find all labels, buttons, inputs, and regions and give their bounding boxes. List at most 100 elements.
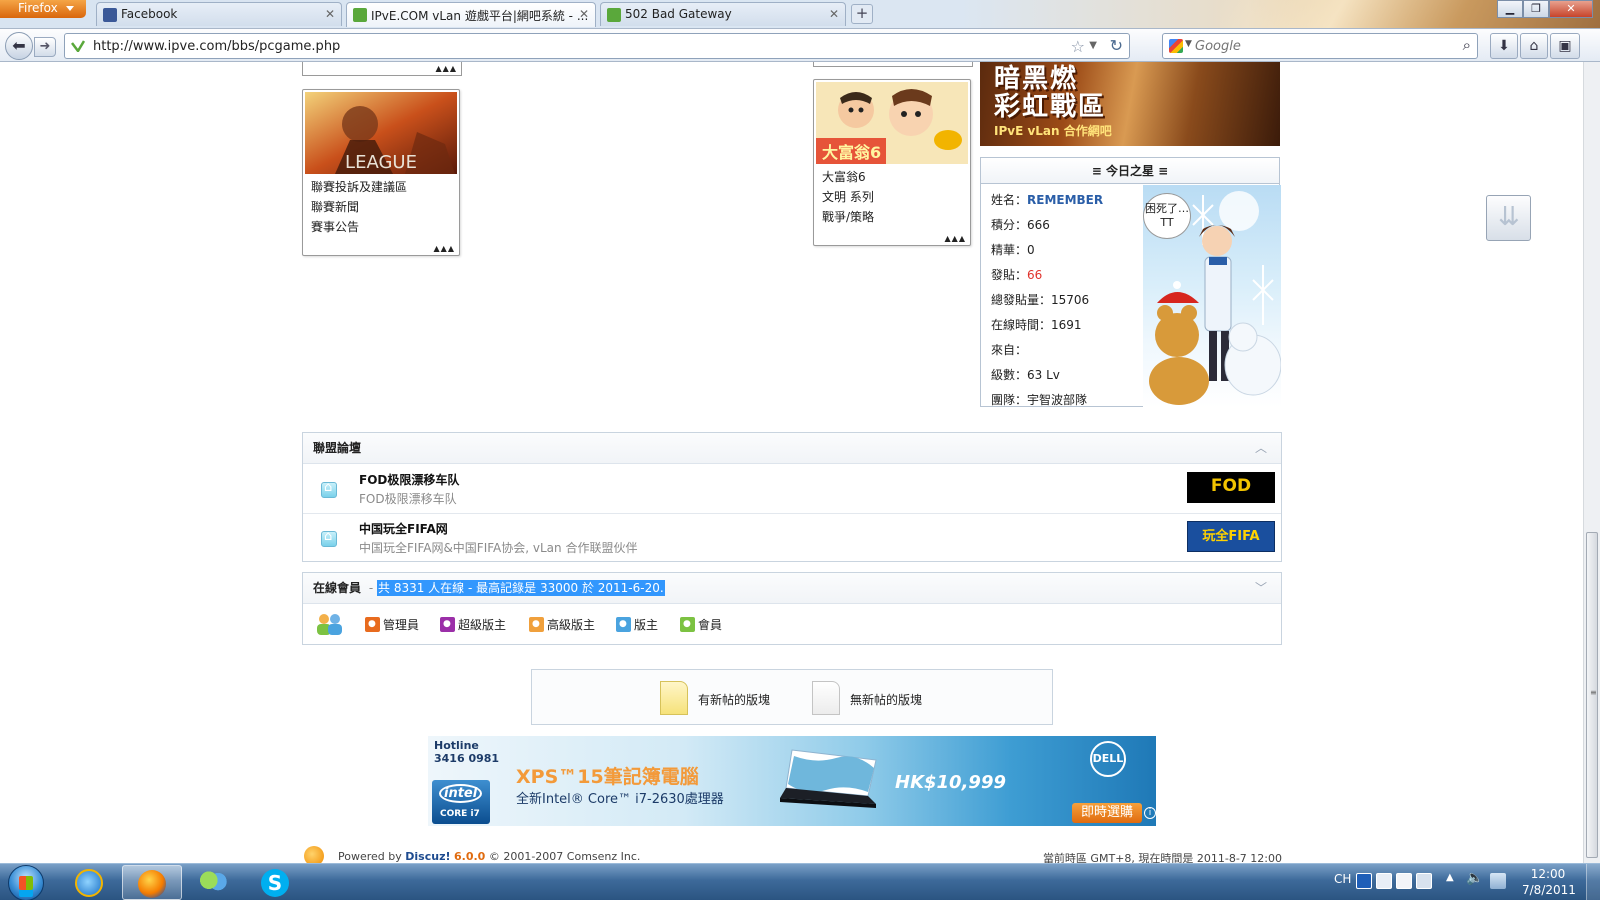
star-row-from: 來自：: [991, 343, 1028, 357]
chevron-down-icon[interactable]: ﹀: [1255, 573, 1267, 604]
chevron-down-icon: [66, 6, 74, 11]
star-row-total-posts: 總發貼量：15706: [991, 293, 1090, 307]
search-bar[interactable]: ▼ ⌕: [1162, 33, 1478, 59]
start-button[interactable]: [8, 865, 44, 900]
discuz-link[interactable]: Discuz!: [405, 850, 450, 863]
avatar[interactable]: 困死了…TT: [1143, 185, 1281, 407]
scrollbar-grip-icon: ≡: [1590, 688, 1597, 697]
taskbar-firefox[interactable]: [122, 865, 182, 900]
chevron-up-icon[interactable]: ︿: [1255, 433, 1267, 464]
ime-language-indicator[interactable]: CH: [1334, 872, 1351, 886]
buy-now-button[interactable]: 即時選購: [1072, 803, 1142, 823]
page-scrollbar[interactable]: ≡: [1583, 62, 1600, 863]
google-icon[interactable]: [1169, 39, 1183, 53]
taskbar-internet-explorer[interactable]: [60, 865, 120, 900]
legend-admin: 管理員: [365, 615, 419, 634]
messenger-icon: [199, 869, 227, 897]
restore-button[interactable]: ❐: [1523, 0, 1549, 18]
url-text[interactable]: http://www.ipve.com/bbs/pcgame.php: [93, 39, 340, 54]
show-desktop-button[interactable]: [1586, 864, 1600, 900]
forum-logo[interactable]: 玩全FIFA: [1187, 521, 1275, 552]
search-input[interactable]: [1195, 37, 1435, 55]
intel-cpu-label: CORE i7: [440, 809, 480, 819]
downloads-button[interactable]: ⬇: [1490, 33, 1518, 59]
taskbar-clock[interactable]: 12:00 7/8/2011: [1522, 866, 1576, 898]
league-link[interactable]: 聯賽新聞: [311, 197, 451, 217]
taskbar-skype[interactable]: S: [246, 865, 306, 900]
forward-button[interactable]: ➜: [34, 37, 56, 57]
banner-line-2: 彩虹戰區: [994, 92, 1107, 122]
show-hidden-icons-icon[interactable]: ▲: [1446, 872, 1454, 883]
alliance-forums-header[interactable]: 聯盟論壇 ︿: [303, 433, 1281, 464]
league-link[interactable]: 賽事公告: [311, 217, 451, 237]
ime-mode-icon[interactable]: [1356, 873, 1372, 889]
more-link[interactable]: ▲▲▲: [945, 234, 966, 243]
league-links: 聯賽投訴及建議區 聯賽新聞 賽事公告: [305, 174, 457, 253]
discuz-version: 6.0.0: [454, 850, 486, 863]
url-bar[interactable]: http://www.ipve.com/bbs/pcgame.php ☆ ▼ ↻: [64, 33, 1130, 59]
more-link[interactable]: ▲▲▲: [434, 244, 455, 253]
star-row-level: 級數：63 Lv: [991, 368, 1060, 382]
richman-thumbnail[interactable]: 大富翁6: [816, 82, 968, 164]
new-posts-folder-icon: [660, 681, 688, 715]
ime-font-icon[interactable]: [1376, 873, 1392, 889]
forum-name-link[interactable]: 中国玩全FIFA网: [359, 520, 448, 537]
game-card-richman: 大富翁6 大富翁6 文明 系列 戰爭/策略 ▲▲▲: [813, 79, 971, 246]
tab-ipve[interactable]: IPvE.COM vLan 遊戲平台|網吧系統 - ... ✕: [346, 2, 596, 27]
forum-name-link[interactable]: FOD极限漂移车队: [359, 471, 459, 488]
search-engine-dropdown-icon[interactable]: ▼: [1185, 39, 1192, 49]
star-username-link[interactable]: REMEMBER: [1027, 193, 1103, 207]
dell-xps-advertisement[interactable]: Hotline 3416 0981 intel CORE i7 XPS™15筆記簿…: [428, 736, 1156, 826]
richman-link[interactable]: 大富翁6: [822, 167, 962, 187]
window-close-button[interactable]: ✕: [1549, 0, 1593, 18]
home-button[interactable]: ⌂: [1520, 33, 1548, 59]
tab-title: IPvE.COM vLan 遊戲平台|網吧系統 - ...: [371, 9, 589, 23]
legend-super-moderator: 超級版主: [440, 615, 506, 634]
richman-link[interactable]: 文明 系列: [822, 187, 962, 207]
league-thumbnail[interactable]: LEAGUE: [305, 92, 457, 174]
richman-links: 大富翁6 文明 系列 戰爭/策略: [816, 164, 968, 243]
browser-chrome: Firefox Facebook ✕ IPvE.COM vLan 遊戲平台|網吧…: [0, 0, 1600, 62]
close-icon[interactable]: ✕: [325, 7, 335, 21]
forum-logo[interactable]: FOD: [1187, 472, 1275, 503]
new-tab-button[interactable]: +: [851, 4, 873, 24]
ime-tools-icon[interactable]: [1416, 873, 1432, 889]
online-members-header[interactable]: 在線會員 - 共 8331 人在線 - 最高記錄是 33000 於 2011-6…: [303, 573, 1281, 604]
richman-link[interactable]: 戰爭/策略: [822, 207, 962, 227]
ime-fullwidth-icon[interactable]: [1396, 873, 1412, 889]
list-item[interactable]: FOD极限漂移车队 FOD极限漂移车队 FOD: [303, 465, 1281, 514]
firefox-menu-label: Firefox: [18, 1, 58, 15]
reload-icon[interactable]: ↻: [1110, 36, 1123, 55]
history-dropdown-icon[interactable]: ▼: [1089, 37, 1097, 55]
addon-button[interactable]: ▣: [1550, 33, 1580, 59]
league-image-label: LEAGUE: [345, 152, 417, 173]
intel-logo: intel: [439, 784, 483, 803]
network-icon[interactable]: [1490, 873, 1506, 889]
bookmark-star-icon[interactable]: ☆: [1071, 37, 1085, 56]
back-button[interactable]: ⬅: [5, 32, 33, 60]
intel-core-i7-badge: intel CORE i7: [432, 780, 490, 824]
search-icon[interactable]: ⌕: [1463, 36, 1471, 54]
close-icon[interactable]: ✕: [579, 7, 589, 21]
firefox-menu-button[interactable]: Firefox: [0, 0, 86, 18]
tab-bad-gateway[interactable]: 502 Bad Gateway ✕: [600, 2, 846, 26]
tab-facebook[interactable]: Facebook ✕: [96, 2, 342, 26]
close-icon[interactable]: ✕: [829, 7, 839, 21]
member-icon: [680, 615, 695, 633]
scroll-bottom-button[interactable]: [1486, 195, 1531, 241]
rainbow-zone-banner[interactable]: 暗黑燃 彩虹戰區 IPvE vLan 合作網吧: [980, 62, 1280, 146]
league-link[interactable]: 聯賽投訴及建議區: [311, 177, 451, 197]
tab-title: Facebook: [121, 7, 178, 21]
taskbar-messenger[interactable]: [184, 865, 244, 900]
page-viewport: ▲▲▲ LEAGUE 聯賽投訴及建議區 聯賽新聞 賽事公告 ▲▲▲ 大富翁6 大…: [0, 62, 1583, 863]
ad-hotline: Hotline 3416 0981: [434, 739, 500, 765]
ad-info-icon[interactable]: i: [1144, 807, 1156, 819]
list-item[interactable]: 中国玩全FIFA网 中国玩全FIFA网&中国FIFA协会, vLan 合作联盟伙…: [303, 514, 1281, 563]
users-group-icon: [317, 614, 342, 635]
star-row-team: 團隊：宇智波部隊: [991, 393, 1088, 407]
scrollbar-thumb[interactable]: ≡: [1586, 532, 1598, 858]
minimize-button[interactable]: ▁: [1497, 0, 1523, 18]
league-image: LEAGUE: [305, 92, 457, 174]
more-link[interactable]: ▲▲▲: [436, 64, 457, 73]
volume-icon[interactable]: 🔈: [1466, 870, 1483, 886]
